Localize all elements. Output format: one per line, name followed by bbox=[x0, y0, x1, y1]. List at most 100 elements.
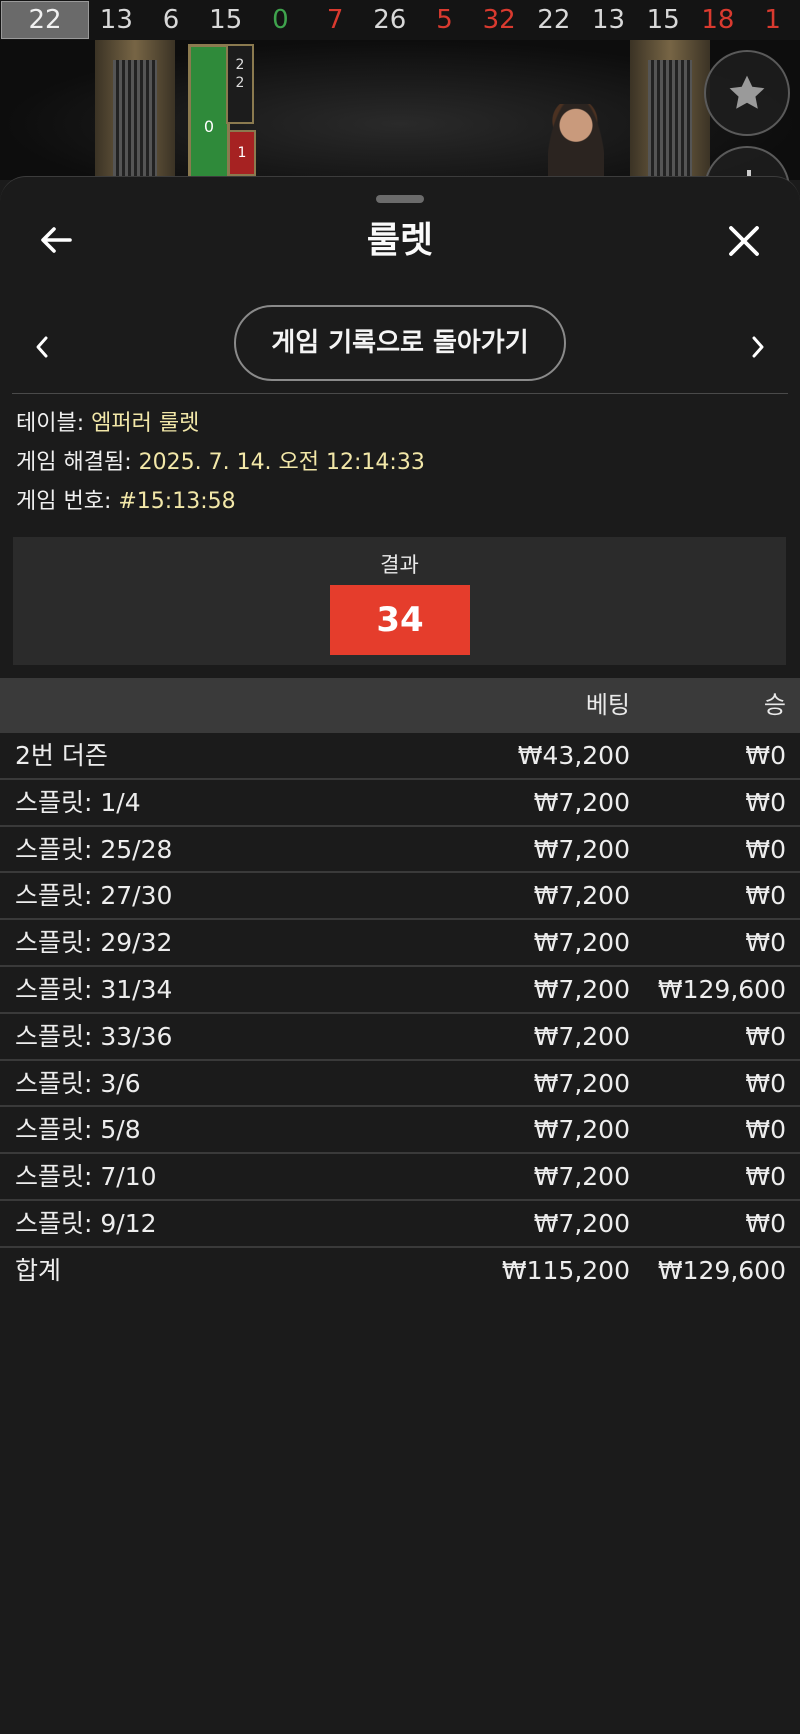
info-game-number: 게임 번호: #15:13:58 bbox=[16, 487, 236, 517]
table-header: 베팅 승 bbox=[0, 678, 800, 733]
win-amount: ₩0 bbox=[745, 1021, 786, 1051]
total-bet: ₩115,200 bbox=[501, 1255, 630, 1285]
history-number: 18 bbox=[701, 5, 735, 35]
history-number-current: 22 bbox=[1, 1, 89, 39]
history-number: 32 bbox=[482, 5, 516, 35]
win-amount: ₩0 bbox=[745, 881, 786, 911]
chevron-left-icon[interactable] bbox=[28, 329, 56, 365]
table-row: 스플릿: 9/12 ₩7,200 ₩0 bbox=[0, 1201, 800, 1248]
table-row: 스플릿: 25/28 ₩7,200 ₩0 bbox=[0, 827, 800, 874]
wheel-panel-black: 22 bbox=[226, 44, 254, 124]
table-row: 스플릿: 31/34 ₩7,200 ₩129,600 bbox=[0, 967, 800, 1014]
history-number: 22 bbox=[537, 5, 571, 35]
bet-name: 스플릿: 5/8 bbox=[15, 1115, 141, 1145]
win-amount: ₩0 bbox=[745, 928, 786, 958]
bet-amount: ₩7,200 bbox=[533, 1115, 630, 1145]
bet-name: 스플릿: 1/4 bbox=[15, 787, 141, 817]
bet-amount: ₩7,200 bbox=[533, 1162, 630, 1192]
table-row: 스플릿: 7/10 ₩7,200 ₩0 bbox=[0, 1154, 800, 1201]
bet-name: 스플릿: 25/28 bbox=[15, 834, 173, 864]
star-icon bbox=[729, 75, 765, 109]
table-total-row: 합계 ₩115,200 ₩129,600 bbox=[0, 1248, 800, 1295]
wheel-number: 2 bbox=[235, 75, 245, 91]
bet-name: 스플릿: 29/32 bbox=[15, 928, 173, 958]
live-video: 0 22 1 bbox=[0, 40, 800, 180]
bet-amount: ₩7,200 bbox=[533, 787, 630, 817]
history-number: 7 bbox=[326, 5, 344, 35]
table-row: 2번 더즌 ₩43,200 ₩0 bbox=[0, 733, 800, 780]
bet-name: 스플릿: 3/6 bbox=[15, 1068, 141, 1098]
bet-amount: ₩7,200 bbox=[533, 1068, 630, 1098]
history-number: 13 bbox=[591, 5, 626, 35]
wheel-number: 0 bbox=[203, 117, 215, 136]
bet-amount: ₩7,200 bbox=[533, 974, 630, 1004]
bet-amount: ₩7,200 bbox=[533, 1208, 630, 1238]
wheel-number: 1 bbox=[237, 145, 247, 161]
win-amount: ₩0 bbox=[745, 787, 786, 817]
history-number: 13 bbox=[99, 5, 133, 35]
bet-amount: ₩7,200 bbox=[533, 928, 630, 958]
total-win: ₩129,600 bbox=[657, 1255, 786, 1285]
wheel-panel-green: 0 bbox=[188, 44, 230, 180]
close-icon[interactable] bbox=[724, 221, 764, 261]
result-panel: 결과 34 bbox=[13, 537, 786, 665]
bet-name: 2번 더즌 bbox=[15, 741, 108, 770]
history-number: 15 bbox=[209, 5, 243, 35]
win-amount: ₩0 bbox=[745, 1162, 786, 1192]
decor-pillar-right bbox=[630, 40, 710, 180]
win-amount: ₩0 bbox=[745, 741, 786, 770]
bet-name: 스플릿: 7/10 bbox=[15, 1162, 157, 1192]
table-row: 스플릿: 29/32 ₩7,200 ₩0 bbox=[0, 920, 800, 967]
table-row: 스플릿: 33/36 ₩7,200 ₩0 bbox=[0, 1014, 800, 1061]
info-resolved: 게임 해결됨: 2025. 7. 14. 오전 12:14:33 bbox=[16, 448, 425, 478]
table-body: 2번 더즌 ₩43,200 ₩0 스플릿: 1/4 ₩7,200 ₩0 스플릿: 25/28… bbox=[0, 733, 800, 1248]
table-row: 스플릿: 1/4 ₩7,200 ₩0 bbox=[0, 780, 800, 827]
info-label: 게임 해결됨: bbox=[16, 450, 132, 475]
table-row: 스플릿: 5/8 ₩7,200 ₩0 bbox=[0, 1107, 800, 1155]
total-label: 합계 bbox=[15, 1255, 62, 1285]
bet-amount: ₩7,200 bbox=[533, 834, 630, 864]
resolved-time: 2025. 7. 14. 오전 12:14:33 bbox=[138, 450, 425, 475]
game-detail-sheet: 룰렛 게임 기록으로 돌아가기 테이블: 엠퍼러 룰렛 게임 해결됨: 2025… bbox=[0, 176, 800, 1734]
column-header-win: 승 bbox=[763, 691, 786, 719]
bet-name: 스플릿: 33/36 bbox=[15, 1021, 173, 1051]
chevron-right-icon[interactable] bbox=[744, 329, 772, 365]
result-number: 34 bbox=[330, 585, 470, 655]
bets-table: 베팅 승 2번 더즌 ₩43,200 ₩0 스플릿: 1/4 ₩7,200 ₩0 스플릿: … bbox=[0, 678, 800, 1295]
favorite-button[interactable] bbox=[704, 50, 790, 136]
results-history-strip: 22 13 6 15 0 7 26 5 32 22 13 15 18 1 bbox=[0, 0, 800, 40]
bet-amount: ₩7,200 bbox=[533, 1021, 630, 1051]
game-number: #15:13:58 bbox=[118, 489, 236, 514]
win-amount: ₩0 bbox=[745, 834, 786, 864]
info-label: 게임 번호: bbox=[16, 489, 112, 514]
divider bbox=[12, 393, 788, 394]
bet-name: 스플릿: 9/12 bbox=[15, 1208, 157, 1238]
win-amount: ₩0 bbox=[745, 1068, 786, 1098]
return-to-history-button[interactable]: 게임 기록으로 돌아가기 bbox=[234, 305, 566, 381]
bet-amount: ₩7,200 bbox=[533, 881, 630, 911]
table-row: 스플릿: 27/30 ₩7,200 ₩0 bbox=[0, 873, 800, 921]
info-label: 테이블: bbox=[16, 411, 85, 436]
wheel-number: 2 bbox=[235, 57, 245, 73]
history-number: 15 bbox=[646, 5, 680, 35]
table-name: 엠퍼러 룰렛 bbox=[91, 411, 200, 436]
page-title: 룰렛 bbox=[366, 220, 434, 261]
result-label: 결과 bbox=[380, 553, 419, 577]
history-number: 0 bbox=[272, 5, 289, 35]
history-number: 26 bbox=[373, 5, 407, 35]
history-number: 5 bbox=[436, 5, 453, 35]
history-number: 1 bbox=[764, 5, 781, 35]
info-table: 테이블: 엠퍼러 룰렛 bbox=[16, 409, 199, 439]
column-header-bet: 베팅 bbox=[585, 691, 630, 719]
table-row: 스플릿: 3/6 ₩7,200 ₩0 bbox=[0, 1061, 800, 1108]
bet-amount: ₩43,200 bbox=[517, 741, 630, 770]
history-number: 6 bbox=[162, 5, 180, 35]
win-amount: ₩129,600 bbox=[657, 974, 786, 1004]
bet-name: 스플릿: 27/30 bbox=[15, 881, 173, 911]
bet-name: 스플릿: 31/34 bbox=[15, 974, 173, 1004]
win-amount: ₩0 bbox=[745, 1115, 786, 1145]
wheel-panel-red: 1 bbox=[228, 130, 256, 176]
win-amount: ₩0 bbox=[745, 1208, 786, 1238]
dealer-image bbox=[548, 104, 604, 180]
sheet-grabber[interactable] bbox=[376, 195, 424, 203]
